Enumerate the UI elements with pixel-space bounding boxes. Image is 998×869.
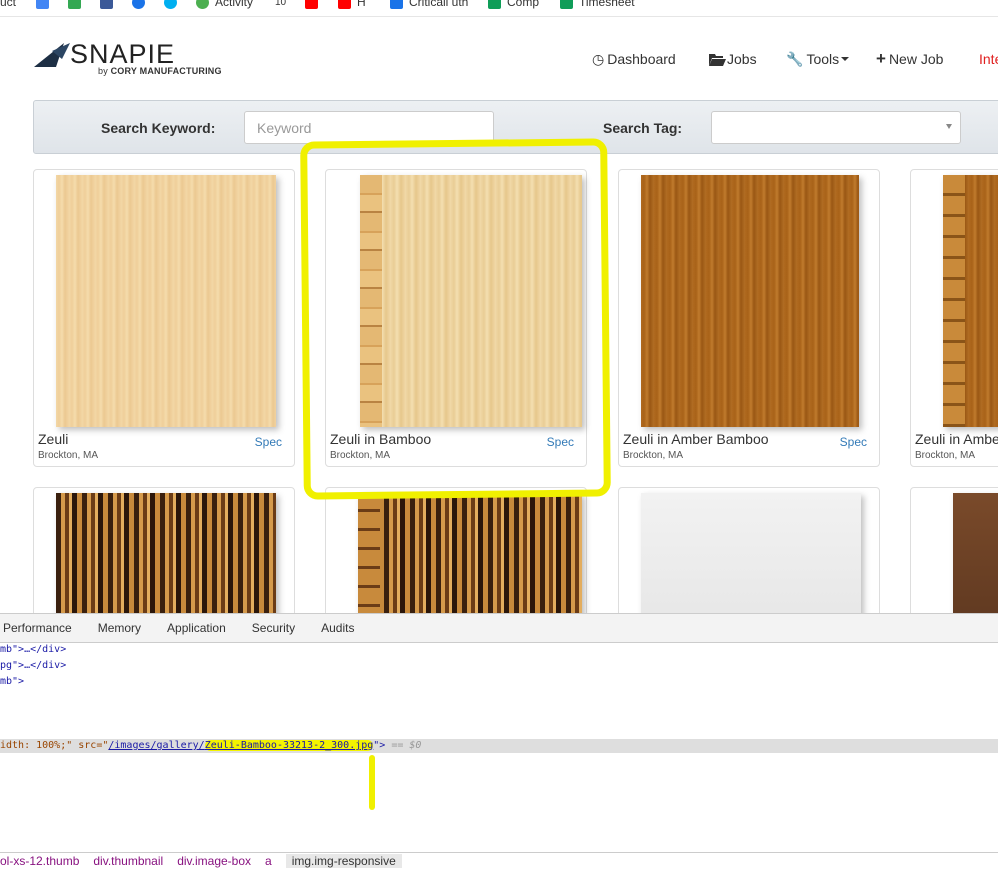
dom-node-line[interactable]: mb"> xyxy=(0,674,24,690)
bookmark-skype-icon[interactable] xyxy=(164,0,183,10)
tab-performance[interactable]: Performance xyxy=(3,621,72,635)
product-image[interactable] xyxy=(358,493,582,633)
dom-node-line[interactable]: pg">…</div> xyxy=(0,658,66,674)
card-location: Brockton, MA xyxy=(330,450,391,461)
dashboard-icon: ◷ xyxy=(592,50,605,67)
bookmark-h[interactable]: H xyxy=(338,0,366,10)
product-image[interactable] xyxy=(56,175,276,427)
nav-dashboard[interactable]: ◷ Dashboard xyxy=(592,50,676,68)
tab-memory[interactable]: Memory xyxy=(98,621,141,635)
spec-link[interactable]: Spec xyxy=(840,435,867,449)
card-title[interactable]: Zeuli xyxy=(38,431,68,447)
product-image[interactable] xyxy=(360,175,582,427)
dom-node-line[interactable]: mb">…</div> xyxy=(0,642,66,658)
nav-tools[interactable]: 🔧 Tools xyxy=(786,50,850,68)
select-caret-icon xyxy=(946,124,952,129)
gallery-card[interactable] xyxy=(325,487,587,633)
bookmark-item[interactable]: uct xyxy=(0,0,16,10)
devtools-breadcrumb: ol-xs-12.thumb div.thumbnail div.image-b… xyxy=(0,852,998,869)
product-image[interactable] xyxy=(953,493,998,633)
search-bar: Search Keyword: Search Tag: xyxy=(33,100,998,154)
gallery-card[interactable] xyxy=(910,487,998,633)
card-title[interactable]: Zeuli in Amber Bamboo xyxy=(623,431,769,447)
folder-open-icon xyxy=(709,53,726,66)
bookmarks-bar: uct Activity 10 H Criticall uth Comp Tim… xyxy=(0,0,998,17)
spec-link[interactable]: Spec xyxy=(547,435,574,449)
devtools-tabs: Performance Memory Application Security … xyxy=(0,614,998,643)
bookmark-timesheet[interactable]: Timesheet xyxy=(560,0,635,10)
logo-subtitle: by CORY MANUFACTURING xyxy=(98,66,222,76)
gallery-card[interactable]: Zeuli in Amber Bamboo Spec Brockton, MA xyxy=(618,169,880,467)
card-title[interactable]: Zeuli in Bamboo xyxy=(330,431,431,447)
card-title[interactable]: Zeuli in Ambe xyxy=(915,431,998,447)
product-image[interactable] xyxy=(641,493,861,633)
product-image[interactable] xyxy=(641,175,859,427)
bookmark-link-icon[interactable] xyxy=(132,0,151,10)
bookmark-activity[interactable]: Activity xyxy=(196,0,253,10)
plus-icon: + xyxy=(876,49,886,68)
breadcrumb-item-selected[interactable]: img.img-responsive xyxy=(285,854,402,868)
bookmark-maps-icon[interactable] xyxy=(68,0,87,10)
tab-security[interactable]: Security xyxy=(252,621,295,635)
product-image[interactable] xyxy=(56,493,276,633)
breadcrumb-item[interactable]: ol-xs-12.thumb xyxy=(0,854,79,868)
spec-link[interactable]: Spec xyxy=(255,435,282,449)
highlighted-src-filename: Zeuli-Bamboo-33213-2_300.jpg xyxy=(204,740,374,751)
card-location: Brockton, MA xyxy=(915,450,976,461)
gallery-card[interactable]: Zeuli Spec Brockton, MA xyxy=(33,169,295,467)
gallery-card[interactable] xyxy=(33,487,295,633)
nav-new-job[interactable]: + New Job xyxy=(876,49,943,68)
img-src-line[interactable]: idth: 100%;" src="/images/gallery/Zeuli-… xyxy=(0,738,421,754)
search-keyword-input[interactable] xyxy=(244,111,494,144)
nav-item-cut-off[interactable]: Inte xyxy=(979,50,998,68)
search-tag-label: Search Tag: xyxy=(603,120,683,136)
card-location: Brockton, MA xyxy=(38,450,99,461)
card-location: Brockton, MA xyxy=(623,450,684,461)
tab-application[interactable]: Application xyxy=(167,621,226,635)
breadcrumb-item[interactable]: div.thumbnail xyxy=(93,854,163,868)
wrench-icon: 🔧 xyxy=(786,50,804,67)
search-tag-select[interactable] xyxy=(711,111,961,144)
annotation-arrow xyxy=(369,755,375,810)
caret-down-icon xyxy=(841,57,850,61)
bookmark-criticall[interactable]: Criticall uth xyxy=(390,0,468,10)
bamboo-edge-grain xyxy=(358,493,380,633)
search-keyword-label: Search Keyword: xyxy=(101,120,216,136)
bookmark-comp[interactable]: Comp xyxy=(488,0,539,10)
nav-jobs[interactable]: Jobs xyxy=(709,50,757,68)
bookmark-10[interactable]: 10 xyxy=(275,0,286,10)
breadcrumb-item[interactable]: div.image-box xyxy=(177,854,251,868)
bookmark-youtube-icon[interactable] xyxy=(305,0,324,10)
logo-wordmark: SNAPIE xyxy=(70,39,176,69)
bookmark-facebook-icon[interactable] xyxy=(100,0,119,10)
gallery-card[interactable] xyxy=(618,487,880,633)
bamboo-edge-grain xyxy=(943,175,965,427)
gallery-card[interactable]: Zeuli in Bamboo Spec Brockton, MA xyxy=(325,169,587,467)
bookmark-google-drive-icon[interactable] xyxy=(36,0,55,10)
breadcrumb-item[interactable]: a xyxy=(265,854,272,868)
tab-audits[interactable]: Audits xyxy=(321,621,354,635)
gallery-card[interactable]: Zeuli in Ambe Brockton, MA xyxy=(910,169,998,467)
bamboo-edge-grain xyxy=(360,175,382,427)
logo-arrow-icon xyxy=(34,43,70,67)
product-image[interactable] xyxy=(943,175,998,427)
snapie-logo[interactable]: SNAPIE by CORY MANUFACTURING xyxy=(34,40,234,82)
